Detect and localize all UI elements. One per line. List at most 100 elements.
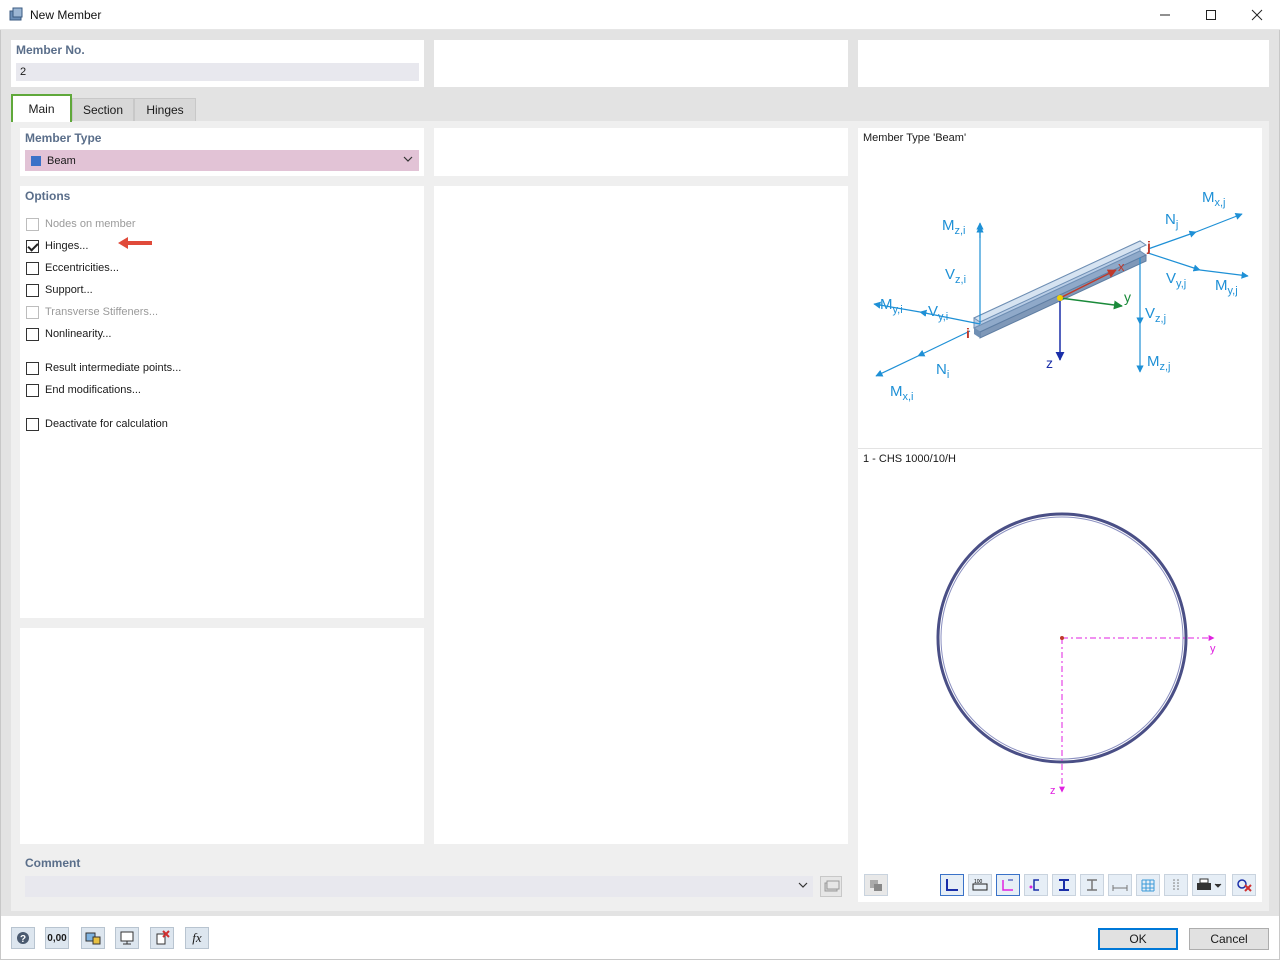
- cancel-button[interactable]: Cancel: [1189, 928, 1269, 950]
- chevron-down-icon: [403, 156, 413, 162]
- option-deactivate-for-calculation[interactable]: Deactivate for calculation: [26, 416, 168, 432]
- options-label: Options: [25, 189, 71, 203]
- preview-separator: [858, 448, 1262, 449]
- show-centerline-button[interactable]: [1080, 874, 1104, 896]
- checkbox[interactable]: [26, 283, 39, 297]
- grid-icon: [1141, 879, 1155, 892]
- label-vy-i: Vy,i: [928, 303, 948, 323]
- minimize-button[interactable]: [1142, 0, 1188, 30]
- checkbox[interactable]: [26, 239, 39, 253]
- units-button[interactable]: 0,00: [45, 927, 69, 949]
- label-mz-j: Mz,j: [1147, 353, 1171, 373]
- show-dimensions-button[interactable]: [940, 874, 964, 896]
- window-title: New Member: [30, 8, 102, 22]
- label-mz-i: Mz,i: [942, 217, 966, 237]
- option-support[interactable]: Support...: [26, 282, 93, 298]
- preview-settings-button[interactable]: [864, 874, 888, 896]
- option-label: Deactivate for calculation: [45, 418, 168, 430]
- show-grid-button[interactable]: [1136, 874, 1160, 896]
- label-n-i: Ni: [936, 361, 949, 381]
- display-icon: [85, 932, 101, 945]
- ok-button[interactable]: OK: [1098, 928, 1178, 950]
- section-drawing: y z: [936, 512, 1216, 797]
- delete-button[interactable]: [150, 927, 174, 949]
- beam-color-swatch: [31, 155, 41, 166]
- tab-section[interactable]: Section: [72, 98, 134, 121]
- section-axis-y-label: y: [1210, 643, 1216, 655]
- show-axes-button[interactable]: [996, 874, 1020, 896]
- option-end-modifications[interactable]: End modifications...: [26, 382, 141, 398]
- member-no-field[interactable]: 2: [16, 63, 419, 81]
- option-eccentricities[interactable]: Eccentricities...: [26, 260, 119, 276]
- delete-icon: [156, 930, 170, 945]
- option-transverse-stiffeners[interactable]: Transverse Stiffeners...: [26, 304, 158, 320]
- options-group: Options Nodes on member Hinges... Eccent…: [20, 186, 424, 618]
- top-right-panel: [858, 40, 1269, 87]
- middle-top-panel: [434, 128, 848, 176]
- checkbox[interactable]: [26, 217, 39, 231]
- checkbox[interactable]: [26, 327, 39, 341]
- view-button[interactable]: [115, 927, 139, 949]
- function-icon: fx: [192, 930, 202, 945]
- show-points-button[interactable]: [1164, 874, 1188, 896]
- member-type-select[interactable]: Beam: [25, 150, 419, 171]
- option-hinges[interactable]: Hinges...: [26, 238, 88, 254]
- tab-main[interactable]: Main: [11, 94, 72, 122]
- show-stress-points-button[interactable]: [1024, 874, 1048, 896]
- label-my-j: My,j: [1215, 277, 1238, 297]
- dotted-grid-icon: [1173, 879, 1179, 890]
- preview-panel: Member Type 'Beam' Mz,i Vz,i My,i Vy,i N…: [858, 128, 1262, 902]
- label-mx-j: Mx,j: [1202, 189, 1226, 209]
- show-section-values-button[interactable]: 100: [968, 874, 992, 896]
- option-label: Eccentricities...: [45, 262, 119, 274]
- checkbox[interactable]: [26, 417, 39, 431]
- display-properties-button[interactable]: [81, 927, 105, 949]
- label-node-j: j: [1146, 238, 1151, 254]
- library-icon: [824, 880, 840, 892]
- option-label: End modifications...: [45, 384, 141, 396]
- comment-library-button[interactable]: [820, 876, 842, 897]
- show-section-shape-button[interactable]: [1052, 874, 1076, 896]
- help-button[interactable]: ?: [11, 927, 35, 949]
- option-result-intermediate-points[interactable]: Result intermediate points...: [26, 360, 181, 376]
- i-section-icon: [1059, 879, 1069, 891]
- dimension-icon: [946, 879, 958, 891]
- label-axis-z: z: [1046, 355, 1053, 371]
- option-label: Hinges...: [45, 240, 89, 252]
- maximize-button[interactable]: [1188, 0, 1234, 30]
- option-nonlinearity[interactable]: Nonlinearity...: [26, 326, 111, 342]
- maximize-icon: [1206, 10, 1216, 20]
- checkbox[interactable]: [26, 261, 39, 275]
- comment-field[interactable]: [25, 876, 813, 897]
- label-mx-i: Mx,i: [890, 383, 914, 403]
- axes-icon: [1002, 879, 1013, 891]
- member-no-group: Member No. 2: [11, 40, 424, 87]
- comment-label: Comment: [25, 856, 81, 870]
- checkbox[interactable]: [26, 305, 39, 319]
- title-bar: New Member: [0, 0, 1280, 30]
- chevron-down-icon[interactable]: [798, 880, 808, 890]
- section-preview-caption: 1 - CHS 1000/10/H: [863, 453, 956, 465]
- option-label: Transverse Stiffeners...: [45, 306, 159, 318]
- print-icon: [1197, 878, 1222, 890]
- checkbox[interactable]: [26, 383, 39, 397]
- member-type-label: Member Type: [25, 131, 102, 145]
- show-dimension-lines-button[interactable]: [1108, 874, 1132, 896]
- checkbox[interactable]: [26, 361, 39, 375]
- member-no-label: Member No.: [16, 43, 85, 57]
- function-button[interactable]: fx: [185, 927, 209, 949]
- tab-hinges[interactable]: Hinges: [134, 98, 196, 121]
- label-n-j: Nj: [1165, 211, 1178, 231]
- section-values-icon: 100: [972, 879, 988, 891]
- close-button[interactable]: [1234, 0, 1280, 30]
- reset-view-button[interactable]: [1232, 874, 1256, 896]
- label-axis-y: y: [1124, 289, 1131, 305]
- option-nodes-on-member[interactable]: Nodes on member: [26, 216, 136, 232]
- dimension-lines-icon: [1112, 885, 1128, 891]
- label-vz-j: Vz,j: [1145, 305, 1166, 325]
- minimize-icon: [1160, 14, 1170, 16]
- dialog-body: Member No. 2 Main Section Hinges Member …: [0, 30, 1280, 916]
- label-vz-i: Vz,i: [945, 266, 966, 286]
- beam-preview-caption: Member Type 'Beam': [863, 132, 967, 144]
- print-button[interactable]: [1192, 874, 1226, 896]
